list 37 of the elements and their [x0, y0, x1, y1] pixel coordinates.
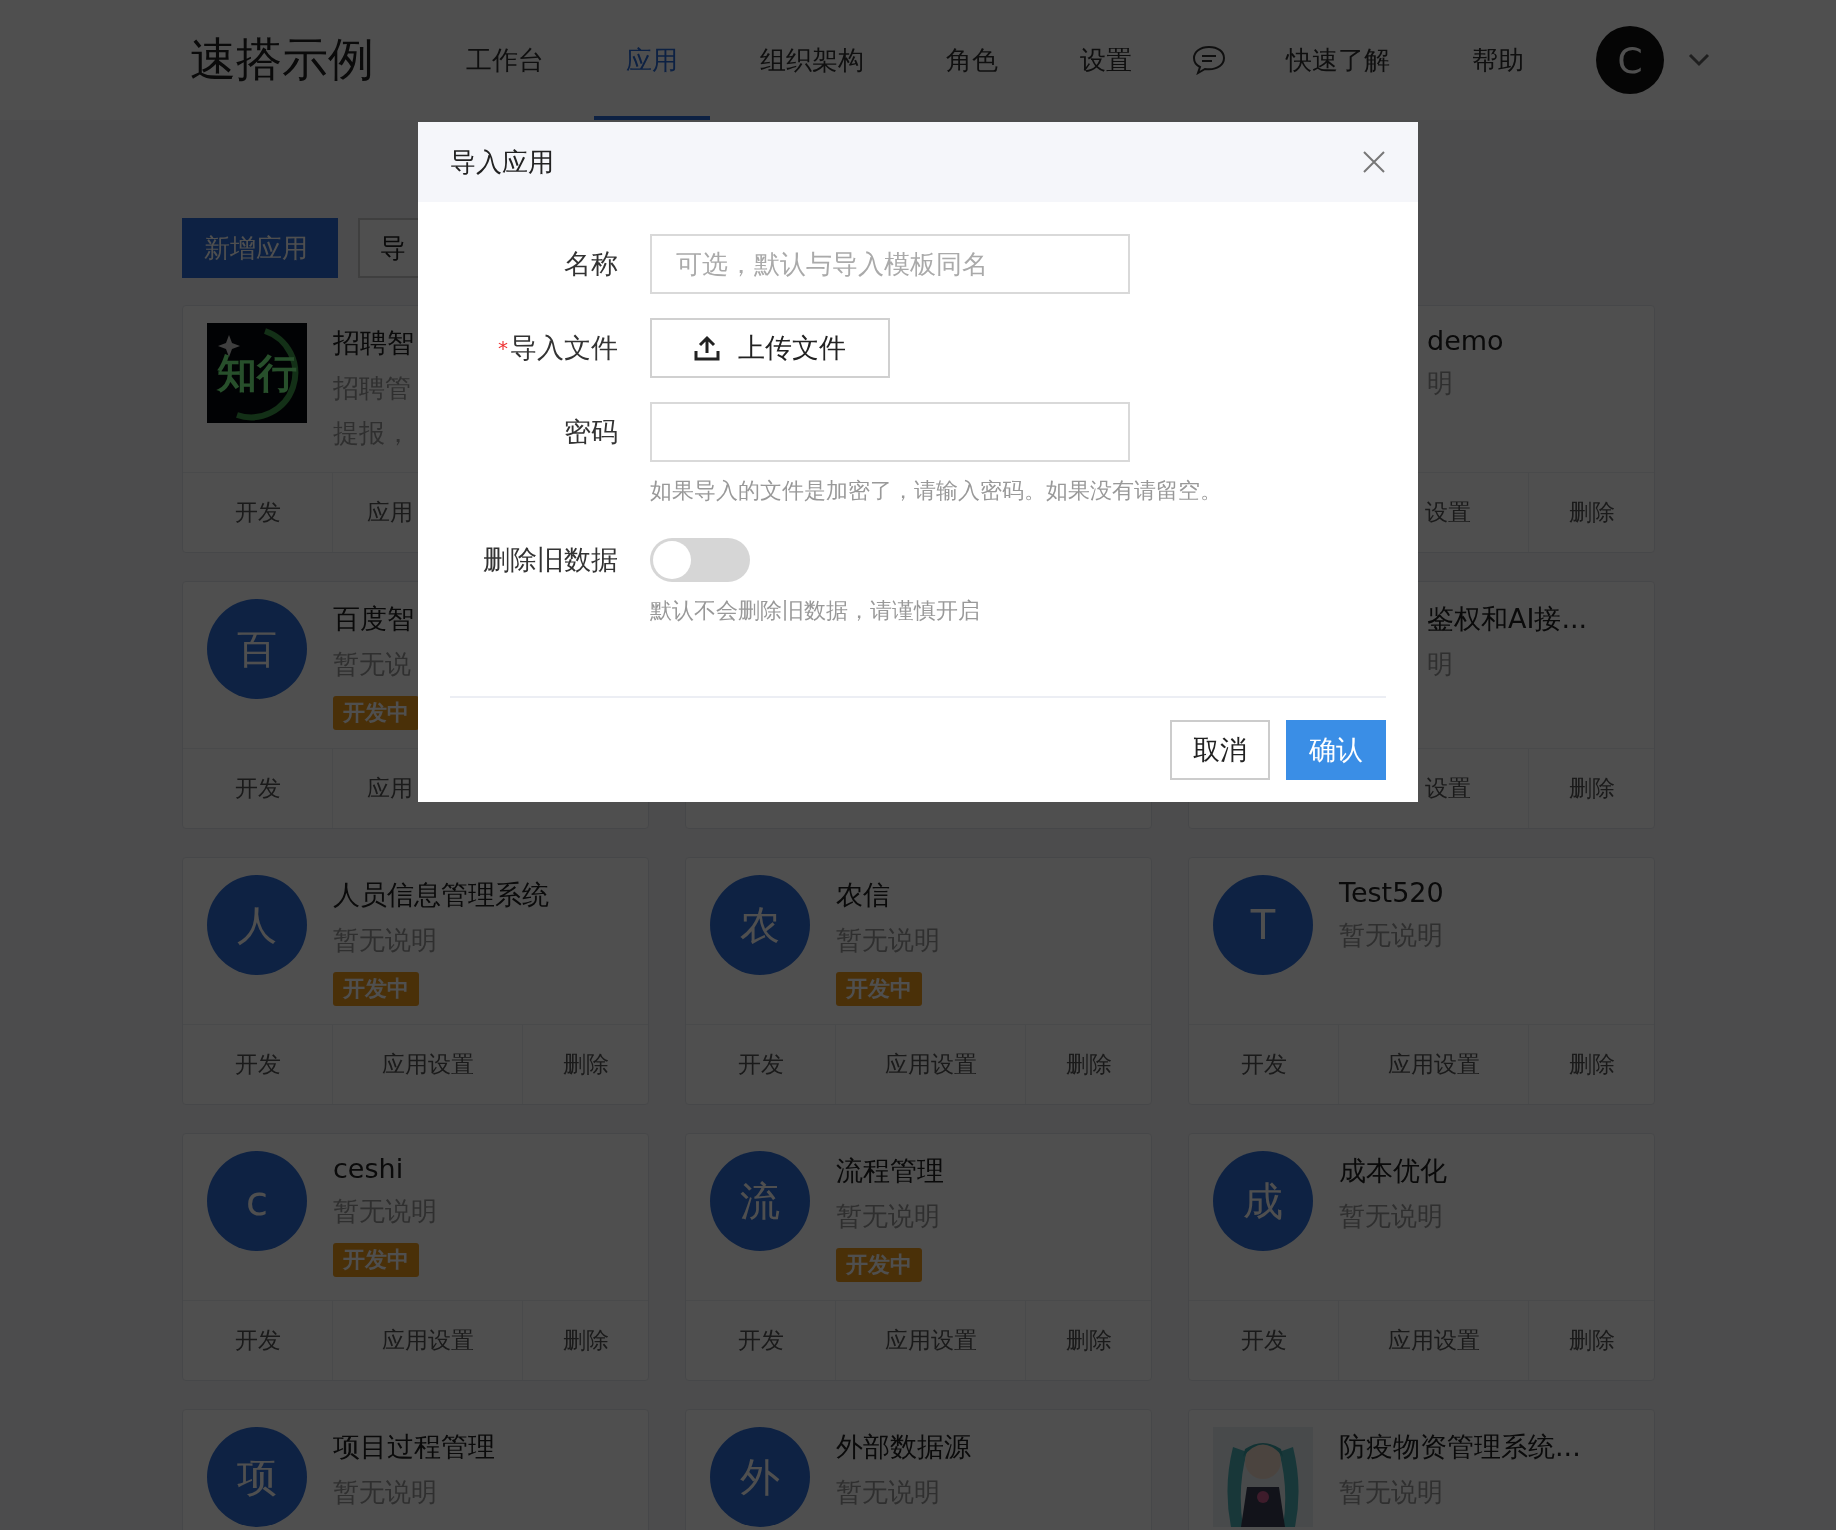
app-title: 人员信息管理系统 [333, 878, 549, 912]
status-tag: 开发中 [333, 696, 419, 730]
app-avatar: 人 [207, 875, 307, 975]
app-avatar: c [207, 1151, 307, 1251]
app-title: 项目过程管理 [333, 1430, 495, 1464]
field-hint: 默认不会删除旧数据，请谨慎开启 [650, 597, 981, 625]
required-mark: * [498, 336, 508, 360]
app-title: 外部数据源 [836, 1430, 971, 1464]
app-avatar: 百 [207, 599, 307, 699]
app-avatar: T [1213, 875, 1313, 975]
field-label: 名称 [564, 247, 618, 281]
field-label: 删除旧数据 [483, 543, 618, 577]
app-avatar: 成 [1213, 1151, 1313, 1251]
status-tag: 开发中 [333, 1243, 419, 1277]
app-title: 成本优化 [1339, 1154, 1447, 1188]
app-title: 农信 [836, 878, 891, 912]
app-title: 防疫物资管理系统... [1339, 1430, 1581, 1464]
app-avatar: 项 [207, 1427, 307, 1527]
app-title: 百度智 [333, 602, 415, 636]
app-avatar: 农 [710, 875, 810, 975]
app-title: 招聘智 [333, 326, 414, 360]
app-title: Test520 [1339, 877, 1444, 908]
app-title: 流程管理 [836, 1154, 944, 1188]
field-label: 导入文件 [510, 331, 618, 365]
app-title: ceshi [333, 1153, 405, 1184]
app-logo: 知行 [207, 323, 307, 423]
app-avatar: 流 [710, 1151, 810, 1251]
app-avatar: 外 [710, 1427, 810, 1527]
field-label: 密码 [564, 415, 618, 449]
status-tag: 开发中 [836, 972, 922, 1006]
app-title: demo [1427, 325, 1504, 356]
app-title: 鉴权和AI接... [1427, 602, 1588, 636]
dialog-title: 导入应用 [450, 145, 554, 179]
field-hint: 如果导入的文件是加密了，请输入密码。如果没有请留空。 [650, 477, 1223, 505]
app-logo-text: 速搭示例 [190, 31, 374, 88]
status-tag: 开发中 [836, 1248, 922, 1282]
status-tag: 开发中 [333, 972, 419, 1006]
